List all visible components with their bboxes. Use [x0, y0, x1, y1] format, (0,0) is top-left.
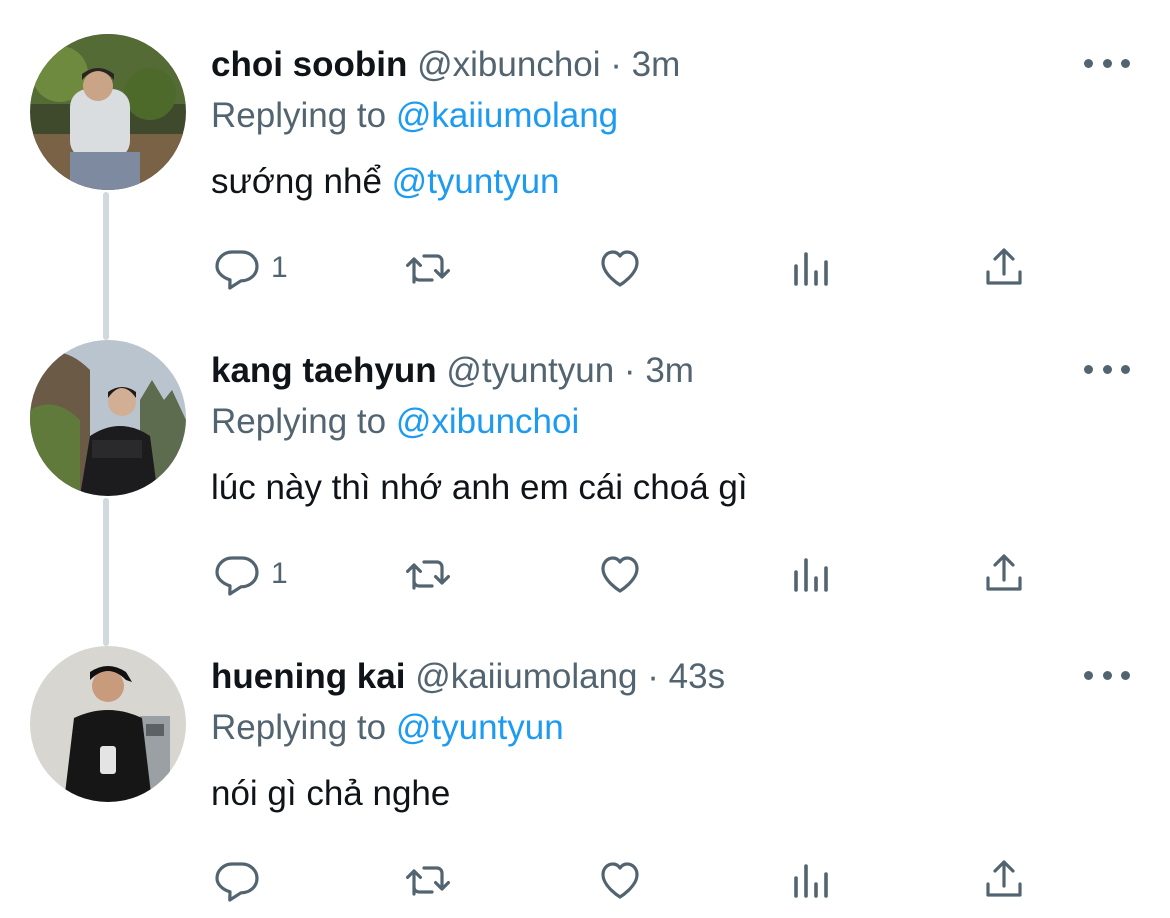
- more-options-icon[interactable]: [1084, 48, 1130, 78]
- display-name[interactable]: choi soobin: [211, 45, 407, 84]
- retweet-icon: [406, 254, 450, 284]
- tweet-header: choi soobin @xibunchoi · 3m: [211, 42, 680, 88]
- mention-link[interactable]: @tyuntyun: [392, 162, 560, 201]
- avatar-image: [30, 340, 186, 496]
- retweet-button[interactable]: [404, 244, 452, 292]
- replying-to-link[interactable]: @xibunchoi: [396, 402, 579, 441]
- avatar-image: [30, 34, 186, 190]
- reply-icon: [215, 862, 259, 902]
- timestamp[interactable]: 3m: [645, 351, 694, 390]
- share-icon: [986, 248, 1022, 285]
- tweet-body: lúc này thì nhớ anh em cái choá gì: [211, 468, 748, 507]
- replying-to-link[interactable]: @tyuntyun: [396, 708, 564, 747]
- views-icon: [794, 252, 828, 286]
- tweet[interactable]: huening kai @kaiiumolang · 43s Replying …: [0, 612, 1170, 918]
- more-options-icon[interactable]: [1084, 660, 1130, 690]
- avatar[interactable]: [30, 340, 186, 496]
- replying-prefix: Replying to: [211, 402, 387, 441]
- views-button[interactable]: [788, 550, 836, 598]
- share-button[interactable]: [980, 856, 1028, 904]
- timestamp[interactable]: 43s: [669, 657, 725, 696]
- like-button[interactable]: [596, 244, 644, 292]
- user-handle[interactable]: @xibunchoi: [417, 45, 600, 84]
- share-icon: [986, 554, 1022, 591]
- tweet-header: kang taehyun @tyuntyun · 3m: [211, 348, 694, 394]
- separator: ·: [647, 657, 659, 696]
- reply-thread: choi soobin @xibunchoi · 3m Replying to …: [0, 0, 1170, 915]
- views-icon: [794, 864, 828, 898]
- replying-to: Replying to @xibunchoi: [211, 399, 579, 445]
- like-button[interactable]: [596, 856, 644, 904]
- reply-button[interactable]: [213, 856, 261, 904]
- display-name[interactable]: huening kai: [211, 657, 405, 696]
- more-options-icon[interactable]: [1084, 354, 1130, 384]
- retweet-icon: [406, 560, 450, 590]
- user-handle[interactable]: @tyuntyun: [446, 351, 614, 390]
- share-button[interactable]: [980, 550, 1028, 598]
- replying-to: Replying to @kaiiumolang: [211, 93, 618, 139]
- timestamp[interactable]: 3m: [632, 45, 681, 84]
- tweet-header: huening kai @kaiiumolang · 43s: [211, 654, 725, 700]
- separator: ·: [623, 351, 636, 390]
- replying-prefix: Replying to: [211, 96, 387, 135]
- share-button[interactable]: [980, 244, 1028, 292]
- reply-button[interactable]: 1: [213, 550, 288, 598]
- tweet-text: nói gì chả nghe: [211, 771, 450, 817]
- tweet-body: nói gì chả nghe: [211, 774, 451, 813]
- display-name[interactable]: kang taehyun: [211, 351, 437, 390]
- views-button[interactable]: [788, 244, 836, 292]
- tweet[interactable]: kang taehyun @tyuntyun · 3m Replying to …: [0, 306, 1170, 612]
- avatar[interactable]: [30, 646, 186, 802]
- retweet-button[interactable]: [404, 856, 452, 904]
- views-button[interactable]: [788, 856, 836, 904]
- reply-icon: [215, 250, 259, 290]
- reply-count: 1: [271, 251, 288, 284]
- user-handle[interactable]: @kaiiumolang: [415, 657, 637, 696]
- retweet-button[interactable]: [404, 550, 452, 598]
- reply-count: 1: [271, 557, 288, 590]
- reply-icon: [215, 556, 259, 596]
- tweet[interactable]: choi soobin @xibunchoi · 3m Replying to …: [0, 0, 1170, 306]
- like-button[interactable]: [596, 550, 644, 598]
- share-icon: [986, 860, 1022, 897]
- views-icon: [794, 558, 828, 592]
- avatar-image: [30, 646, 186, 802]
- retweet-icon: [406, 866, 450, 896]
- tweet-body: sướng nhể: [211, 162, 382, 201]
- avatar[interactable]: [30, 34, 186, 190]
- tweet-text: lúc này thì nhớ anh em cái choá gì: [211, 465, 748, 511]
- like-icon: [601, 862, 639, 899]
- replying-to: Replying to @tyuntyun: [211, 705, 564, 751]
- like-icon: [601, 250, 639, 287]
- tweet-text: sướng nhể @tyuntyun: [211, 159, 560, 205]
- reply-button[interactable]: 1: [213, 244, 288, 292]
- replying-prefix: Replying to: [211, 708, 387, 747]
- separator: ·: [610, 45, 622, 84]
- like-icon: [601, 556, 639, 593]
- replying-to-link[interactable]: @kaiiumolang: [396, 96, 618, 135]
